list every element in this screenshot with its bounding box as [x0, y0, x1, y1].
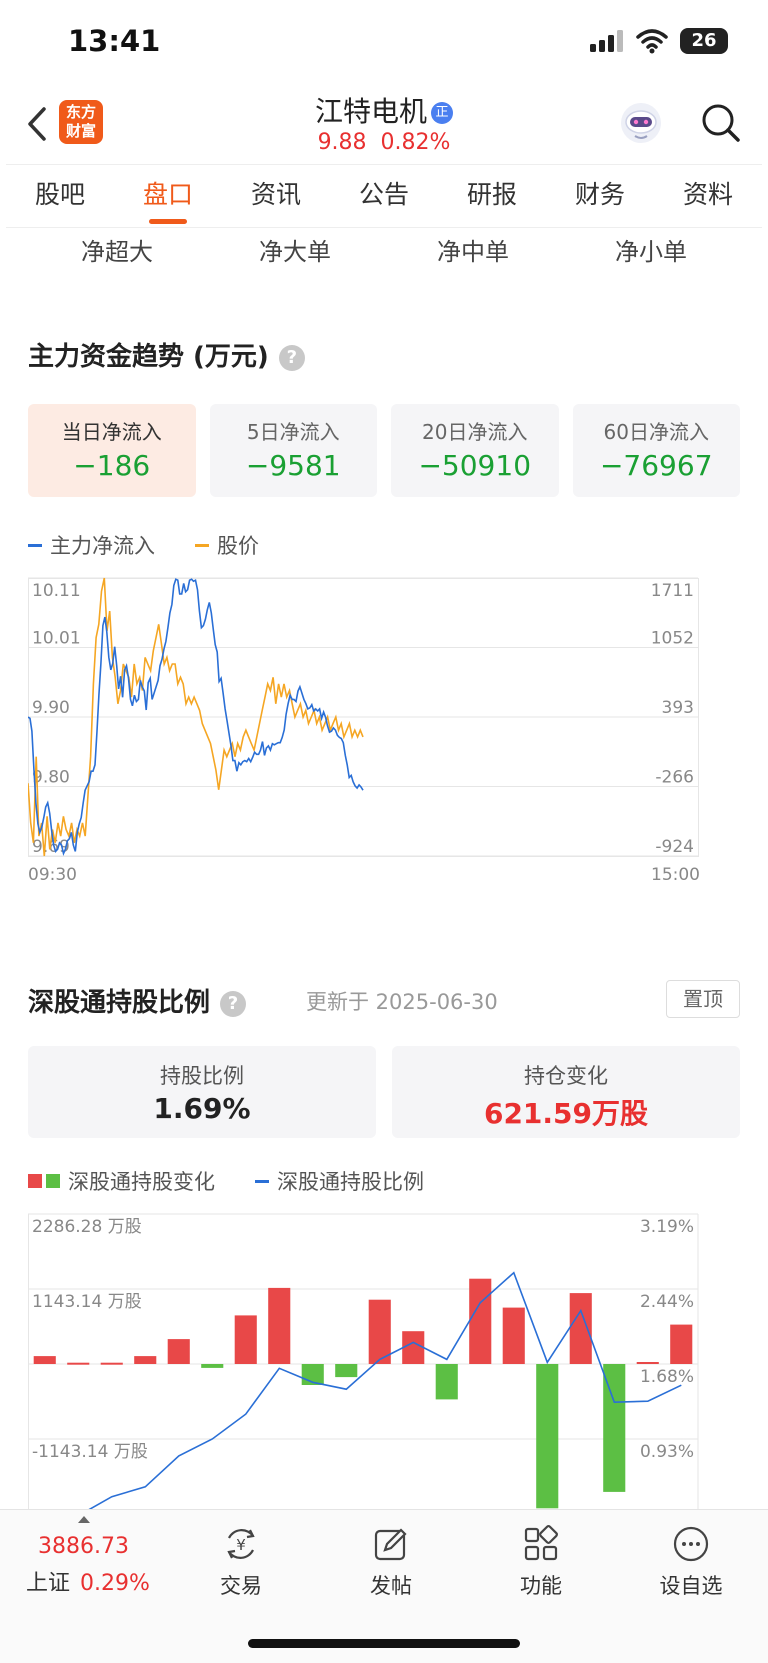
holding-change-bar — [469, 1278, 492, 1364]
stock-header: 东方 财富 江特电机正 9.88 0.82% — [0, 84, 768, 164]
home-indicator — [248, 1639, 520, 1648]
svg-text:¥: ¥ — [236, 1536, 246, 1554]
fund-chart-legend: 主力净流入 股价 — [28, 530, 299, 560]
search-icon[interactable] — [700, 102, 742, 144]
left-tick-label: -1143.14 万股 — [32, 1442, 148, 1462]
index-value: 3886.73 — [38, 1534, 129, 1559]
battery-indicator: 26 — [680, 28, 728, 54]
right-tick-label: -924 — [655, 837, 694, 857]
right-tick-label: 1052 — [651, 629, 694, 649]
more-icon — [673, 1526, 709, 1562]
holding-change-bar — [335, 1364, 358, 1378]
subcat-extra-large[interactable]: 净超大 — [28, 232, 206, 267]
update-date: 更新于 2025-06-30 — [306, 990, 498, 1014]
badge-icon: 正 — [431, 102, 453, 124]
tab-bar: 股吧 盘口 资讯 公告 研报 财务 资料 — [6, 164, 762, 228]
expand-arrow-icon — [78, 1516, 90, 1523]
holding-change-bar — [167, 1339, 190, 1364]
holding-change-bar — [100, 1362, 123, 1365]
hk-connect-title: 深股通持股比例? — [28, 982, 247, 1019]
index-change-pct: 0.29% — [80, 1571, 150, 1596]
stock-change-pct: 0.82% — [380, 130, 451, 155]
main-inflow-line — [28, 578, 364, 857]
tab-news[interactable]: 资讯 — [222, 165, 330, 227]
legend-price: 股价 — [195, 530, 259, 560]
subcat-small[interactable]: 净小单 — [562, 232, 740, 267]
holding-ratio-card: 持股比例 1.69% — [28, 1046, 376, 1138]
cellular-signal-icon — [590, 30, 623, 52]
tab-research[interactable]: 研报 — [438, 165, 546, 227]
holding-change-bar — [33, 1356, 56, 1364]
yen-exchange-icon: ¥ — [227, 1529, 255, 1559]
right-tick-label: 0.93% — [640, 1442, 694, 1462]
tab-profile[interactable]: 资料 — [654, 165, 762, 227]
tab-announcements[interactable]: 公告 — [330, 165, 438, 227]
holding-change-bar — [402, 1331, 425, 1364]
subcat-large[interactable]: 净大单 — [206, 232, 384, 267]
edit-icon — [374, 1528, 407, 1561]
fund-trend-chart: 10.11 171110.01 10529.90 3939.80 -2669.69 -92… — [28, 577, 700, 885]
help-icon[interactable]: ? — [278, 344, 305, 371]
left-tick-label: 2286.28 万股 — [32, 1217, 142, 1237]
right-tick-label: 3.19% — [640, 1217, 694, 1237]
holding-change-bar — [201, 1364, 224, 1368]
net-inflow-cards: 当日净流入 −186 5日净流入 −9581 20日净流入 −50910 60日… — [28, 404, 740, 497]
hk-holding-chart: 2286.28 万股 1143.14 万股 -1143.14 万股 3.19% 2.44… — [28, 1213, 699, 1510]
left-tick-label: 10.01 — [32, 629, 81, 649]
stock-name: 江特电机 — [314, 95, 427, 128]
left-tick-label: 1143.14 万股 — [32, 1292, 142, 1312]
pin-to-top-button[interactable]: 置顶 — [666, 980, 740, 1018]
flow-card-20d[interactable]: 20日净流入 −50910 — [391, 404, 559, 497]
index-name: 上证 — [26, 1571, 71, 1596]
status-bar: 13:41 26 — [0, 0, 768, 84]
bottom-bar: 3886.73 上证 0.29% ¥ 交易 发帖 功能 设自选 — [0, 1509, 768, 1663]
right-tick-label: 1.68% — [640, 1367, 694, 1387]
holding-change-bar — [368, 1299, 391, 1364]
holding-change-bar — [435, 1364, 458, 1400]
holding-change-bar — [569, 1293, 592, 1364]
x-start-label: 09:30 — [28, 865, 77, 885]
holding-change-bar — [268, 1287, 291, 1364]
add-watchlist-button[interactable]: 设自选 — [646, 1524, 736, 1600]
left-tick-label: 10.11 — [32, 581, 81, 601]
post-button[interactable]: 发帖 — [346, 1524, 436, 1600]
holding-change-bar — [234, 1315, 257, 1364]
right-tick-label: -266 — [655, 768, 694, 788]
market-index-widget[interactable]: 3886.73 上证 0.29% — [26, 1516, 166, 1597]
subcat-medium[interactable]: 净中单 — [384, 232, 562, 267]
flow-card-5d[interactable]: 5日净流入 −9581 — [209, 404, 377, 497]
hk-chart-legend: 深股通持股变化 深股通持股比例 — [28, 1166, 464, 1196]
tab-guba[interactable]: 股吧 — [6, 165, 114, 227]
right-tick-label: 1711 — [651, 581, 694, 601]
legend-main-inflow: 主力净流入 — [28, 530, 155, 560]
flow-card-60d[interactable]: 60日净流入 −76967 — [572, 404, 740, 497]
functions-button[interactable]: 功能 — [496, 1524, 586, 1600]
holding-change-bar — [670, 1324, 693, 1364]
tab-finance[interactable]: 财务 — [546, 165, 654, 227]
x-end-label: 15:00 — [651, 865, 700, 885]
holding-change-bar — [636, 1362, 659, 1364]
holding-change-card: 持仓变化 621.59万股 — [392, 1046, 740, 1138]
flow-card-today[interactable]: 当日净流入 −186 — [28, 404, 196, 497]
holding-cards: 持股比例 1.69% 持仓变化 621.59万股 — [28, 1046, 740, 1138]
order-size-categories: 净超大 净大单 净中单 净小单 — [28, 232, 740, 267]
legend-holding-change: 深股通持股变化 — [28, 1166, 215, 1196]
tab-pankou[interactable]: 盘口 — [114, 165, 222, 227]
right-tick-label: 2.44% — [640, 1292, 694, 1312]
grid-icon — [524, 1525, 558, 1561]
right-tick-label: 393 — [662, 698, 694, 718]
stock-price: 9.88 — [317, 130, 367, 155]
trade-button[interactable]: ¥ 交易 — [196, 1524, 286, 1600]
wifi-icon — [636, 29, 668, 54]
status-time: 13:41 — [68, 24, 161, 58]
holding-change-bar — [502, 1307, 525, 1364]
help-icon[interactable]: ? — [220, 990, 247, 1017]
legend-holding-ratio: 深股通持股比例 — [255, 1166, 424, 1196]
robot-assistant-icon[interactable] — [618, 100, 664, 146]
fund-trend-title: 主力资金趋势 (万元)? — [28, 336, 305, 373]
holding-change-bar — [67, 1362, 90, 1365]
holding-change-bar — [134, 1356, 157, 1364]
left-tick-label: 9.90 — [32, 698, 70, 718]
holding-change-bar — [536, 1364, 559, 1509]
